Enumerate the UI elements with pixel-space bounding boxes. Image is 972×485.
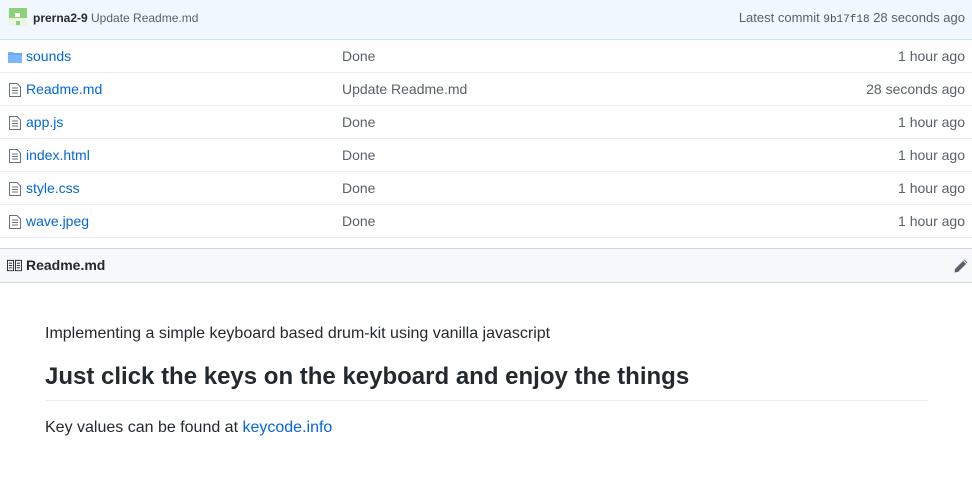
file-row-readme: Readme.md Update Readme.md 28 seconds ag… [0, 73, 972, 106]
file-link-app-js[interactable]: app.js [26, 114, 63, 130]
commit-age: 28 seconds ago [873, 10, 965, 25]
file-commit-message[interactable]: Done [342, 48, 375, 64]
file-commit-message[interactable]: Done [342, 180, 375, 196]
file-commit-message[interactable]: Update Readme.md [342, 81, 467, 97]
commit-info: Latest commit 9b17f18 28 seconds ago [739, 10, 965, 26]
file-row-app-js: app.js Done 1 hour ago [0, 106, 972, 139]
file-icon [9, 116, 21, 130]
readme-keys-text: Key values can be found at [45, 419, 243, 436]
pencil-icon[interactable] [953, 258, 969, 274]
latest-commit-bar: prerna2-9 Update Readme.md Latest commit… [0, 0, 972, 40]
commit-author-link[interactable]: prerna2-9 [33, 11, 88, 25]
file-row-index-html: index.html Done 1 hour ago [0, 139, 972, 172]
file-link-index-html[interactable]: index.html [26, 147, 90, 163]
file-icon [9, 182, 21, 196]
folder-icon [8, 52, 22, 63]
file-age: 1 hour ago [898, 48, 965, 64]
file-commit-message[interactable]: Done [342, 213, 375, 229]
user-avatar-icon[interactable] [9, 8, 27, 26]
file-age: 1 hour ago [898, 180, 965, 196]
readme-title: Readme.md [26, 257, 106, 273]
file-age: 1 hour ago [898, 114, 965, 130]
commit-sha-link[interactable]: 9b17f18 [823, 14, 869, 26]
file-icon [9, 149, 21, 163]
latest-commit-label: Latest commit [738, 10, 820, 25]
book-icon [7, 259, 22, 272]
file-row-wave-jpeg: wave.jpeg Done 1 hour ago [0, 205, 972, 238]
file-link-readme[interactable]: Readme.md [26, 81, 102, 97]
file-icon [9, 83, 21, 97]
keycode-info-link[interactable]: keycode.info [242, 419, 332, 436]
readme-heading: Just click the keys on the keyboard and … [45, 362, 928, 401]
readme-content: Implementing a simple keyboard based dru… [45, 324, 928, 438]
file-row-style-css: style.css Done 1 hour ago [0, 172, 972, 205]
file-link-style-css[interactable]: style.css [26, 180, 80, 196]
commit-message-link[interactable]: Update Readme.md [91, 11, 198, 25]
readme-intro: Implementing a simple keyboard based dru… [45, 325, 551, 342]
file-commit-message[interactable]: Done [342, 147, 375, 163]
file-commit-message[interactable]: Done [342, 114, 375, 130]
readme-header: Readme.md [0, 248, 972, 283]
file-row-sounds: sounds Done 1 hour ago [0, 40, 972, 73]
file-link-sounds[interactable]: sounds [26, 48, 71, 64]
file-icon [9, 215, 21, 229]
file-link-wave-jpeg[interactable]: wave.jpeg [26, 213, 89, 229]
readme-keys-paragraph: Key values can be found at keycode.info [45, 418, 928, 438]
file-age: 28 seconds ago [866, 81, 965, 97]
file-age: 1 hour ago [898, 213, 965, 229]
file-age: 1 hour ago [898, 147, 965, 163]
